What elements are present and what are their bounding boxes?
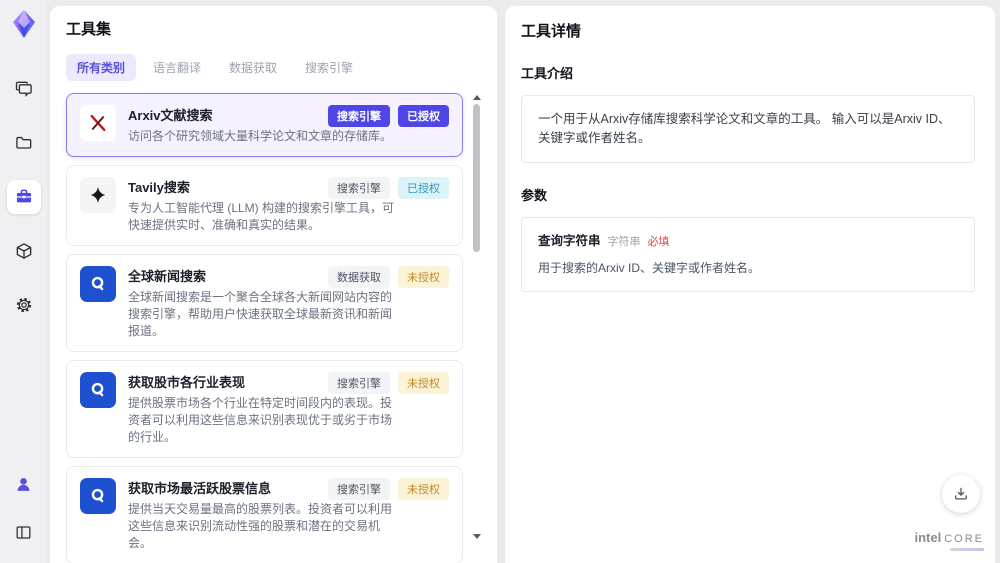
param-name: 查询字符串 [538, 233, 601, 248]
tool-tags: 搜索引擎 已授权 [328, 177, 449, 200]
tab-data-fetch[interactable]: 数据获取 [218, 54, 288, 81]
left-rail [0, 0, 47, 563]
param-required-badge: 必填 [647, 235, 670, 248]
toolset-panel: 工具集 所有类别 语言翻译 数据获取 搜索引擎 Arxiv文献搜索 访问各个研究… [50, 6, 497, 563]
toolset-title: 工具集 [66, 21, 112, 38]
rail-bottom [7, 467, 41, 549]
category-tabs: 所有类别 语言翻译 数据获取 搜索引擎 [66, 54, 481, 81]
scroll-up-icon[interactable] [473, 95, 481, 100]
tool-description: 提供股票市场各个行业在特定时间段内的表现。投资者可以利用这些信息来识别表现优于或… [128, 396, 393, 445]
app-logo [8, 8, 40, 40]
user-avatar-icon[interactable] [7, 467, 41, 501]
category-badge: 搜索引擎 [328, 177, 390, 200]
tool-tags: 搜索引擎 未授权 [328, 478, 449, 501]
rail-nav [6, 72, 41, 322]
tab-search-engine[interactable]: 搜索引擎 [294, 54, 364, 81]
params-heading: 参数 [521, 187, 548, 203]
logo-accent-bar [950, 548, 984, 551]
intro-text: 一个用于从Arxiv存储库搜索科学论文和文章的工具。 输入可以是Arxiv ID… [538, 112, 951, 145]
toolbox-icon[interactable] [6, 180, 41, 214]
category-badge: 搜索引擎 [328, 372, 390, 395]
tool-tags: 搜索引擎 已授权 [328, 105, 449, 127]
auth-status-badge: 已授权 [398, 177, 449, 200]
panel-toggle-icon[interactable] [7, 515, 41, 549]
scrollbar-thumb[interactable] [473, 104, 480, 252]
tool-icon [80, 266, 116, 303]
tool-tags: 数据获取 未授权 [328, 266, 449, 289]
tool-icon [80, 105, 116, 141]
intel-core-logo: intel CORE [914, 531, 984, 551]
category-badge: 数据获取 [328, 266, 390, 289]
scroll-down-icon[interactable] [473, 534, 481, 539]
tool-description: 访问各个研究领域大量科学论文和文章的存储库。 [128, 129, 393, 143]
category-badge: 搜索引擎 [328, 105, 390, 127]
auth-status-badge: 未授权 [398, 478, 449, 501]
folder-icon[interactable] [7, 126, 41, 160]
tool-list: Arxiv文献搜索 访问各个研究领域大量科学论文和文章的存储库。 搜索引擎 已授… [66, 93, 481, 563]
details-title: 工具详情 [521, 23, 582, 40]
tool-icon [80, 478, 116, 515]
param-type: 字符串 [607, 235, 641, 248]
tool-card[interactable]: 获取股市各行业表现 提供股票市场各个行业在特定时间段内的表现。投资者可以利用这些… [66, 360, 463, 459]
tab-all-categories[interactable]: 所有类别 [66, 54, 137, 81]
tool-icon [80, 177, 116, 214]
scrollbar[interactable] [472, 95, 481, 539]
tool-card[interactable]: Arxiv文献搜索 访问各个研究领域大量科学论文和文章的存储库。 搜索引擎 已授… [66, 93, 463, 158]
tool-card[interactable]: 全球新闻搜索 全球新闻搜索是一个聚合全球各大新闻网站内容的搜索引擎，帮助用户快速… [66, 254, 463, 353]
tool-tags: 搜索引擎 未授权 [328, 372, 449, 395]
tool-card[interactable]: 获取市场最活跃股票信息 提供当天交易量最高的股票列表。投资者可以利用这些信息来识… [66, 466, 463, 563]
category-badge: 搜索引擎 [328, 478, 390, 501]
auth-status-badge: 未授权 [398, 372, 449, 395]
tool-icon [80, 372, 116, 409]
param-description: 用于搜索的Arxiv ID、关键字或作者姓名。 [538, 261, 761, 276]
intro-heading: 工具介绍 [521, 66, 574, 81]
chat-icon[interactable] [7, 72, 41, 106]
tool-cards: Arxiv文献搜索 访问各个研究领域大量科学论文和文章的存储库。 搜索引擎 已授… [66, 93, 481, 563]
intel-wordmark: intel [914, 530, 942, 545]
tool-description: 提供当天交易量最高的股票列表。投资者可以利用这些信息来识别流动性强的股票和潜在的… [128, 502, 393, 551]
tool-card[interactable]: Tavily搜索 专为人工智能代理 (LLM) 构建的搜索引擎工具，可快速提供实… [66, 165, 463, 247]
tab-language-translation[interactable]: 语言翻译 [142, 54, 212, 81]
auth-status-badge: 已授权 [398, 105, 449, 127]
auth-status-badge: 未授权 [398, 266, 449, 289]
tool-description: 专为人工智能代理 (LLM) 构建的搜索引擎工具，可快速提供实时、准确和真实的结… [128, 201, 395, 233]
tool-details-panel: 工具详情 工具介绍 一个用于从Arxiv存储库搜索科学论文和文章的工具。 输入可… [505, 6, 995, 563]
package-icon[interactable] [7, 234, 41, 268]
param-header: 查询字符串 字符串 必填 [538, 232, 958, 251]
tool-description: 全球新闻搜索是一个聚合全球各大新闻网站内容的搜索引擎，帮助用户快速获取全球最新资… [128, 290, 393, 339]
settings-gear-icon[interactable] [7, 288, 41, 322]
core-wordmark: CORE [944, 533, 984, 545]
intro-box: 一个用于从Arxiv存储库搜索科学论文和文章的工具。 输入可以是Arxiv ID… [521, 95, 975, 163]
param-box: 查询字符串 字符串 必填 用于搜索的Arxiv ID、关键字或作者姓名。 [521, 216, 975, 293]
download-button[interactable] [942, 475, 980, 513]
